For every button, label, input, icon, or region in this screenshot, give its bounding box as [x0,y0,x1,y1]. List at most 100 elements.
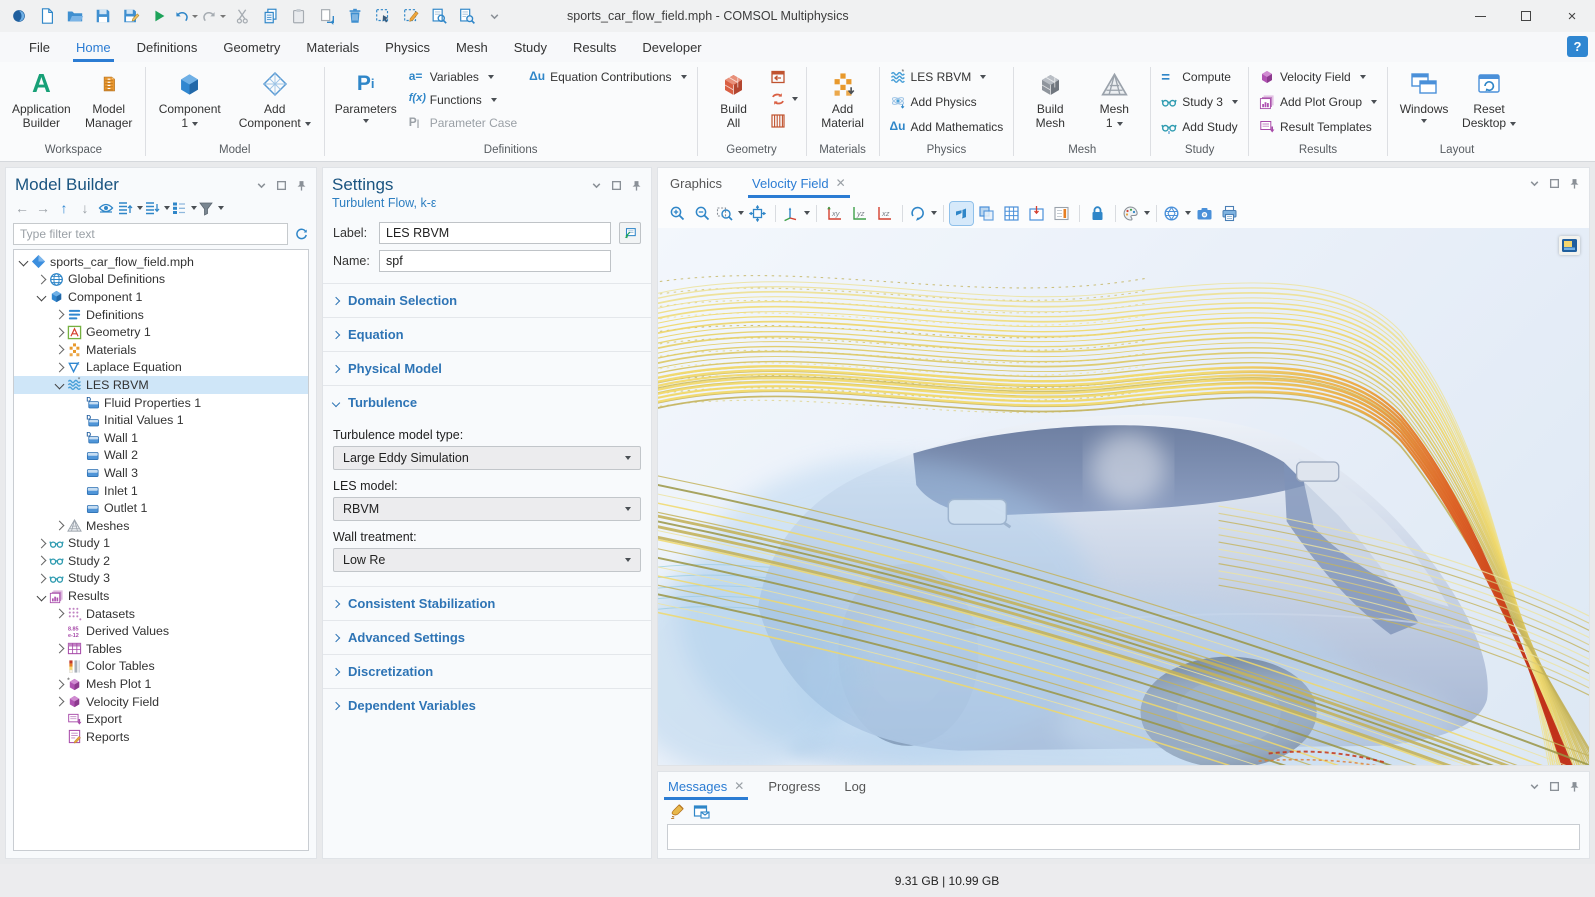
tab-velocity-field[interactable]: Velocity Field✕ [752,168,846,198]
add-component-button[interactable]: Add Component [231,65,319,134]
tree-item-fluid-properties-1[interactable]: Fluid Properties 1 [14,394,308,412]
tree-item-derived-values[interactable]: Derived Values [14,622,308,640]
equation-contributions-button[interactable]: ΔuEquation Contributions [524,66,691,88]
expand-icon[interactable] [37,274,47,284]
tab-progress[interactable]: Progress [768,772,820,800]
section-consistent-stabilization[interactable]: Consistent Stabilization [323,586,651,620]
message-options-icon[interactable] [693,803,710,820]
collapse-icon[interactable] [37,292,47,302]
panel-menu-icon[interactable] [256,180,267,191]
tree-item-definitions[interactable]: Definitions [14,306,308,324]
copy-button[interactable] [257,4,284,29]
panel-menu-icon[interactable] [1529,781,1540,792]
tree-item-global-definitions[interactable]: Global Definitions [14,271,308,289]
collapse-icon[interactable] [19,257,29,267]
paste-button[interactable] [285,4,312,29]
tree-item-geometry-1[interactable]: Geometry 1 [14,323,308,341]
plot-in-window-button[interactable] [1025,202,1048,225]
pin-panel-icon[interactable] [296,180,307,191]
tree-item-tables[interactable]: Tables [14,640,308,658]
print-button[interactable] [1218,202,1241,225]
comsol-logo-button[interactable] [5,4,32,29]
build-all-button[interactable]: Build All [703,65,765,134]
tree-item-wall-3[interactable]: Wall 3 [14,464,308,482]
menu-tab-study[interactable]: Study [501,32,560,62]
view-orientation-button[interactable] [782,202,810,225]
box-select-button[interactable] [369,4,396,29]
menu-tab-mesh[interactable]: Mesh [443,32,501,62]
expand-icon[interactable] [55,327,65,337]
section-equation[interactable]: Equation [323,317,651,351]
image-snapshot-button[interactable] [1193,202,1216,225]
turbulence-model-type-select[interactable]: Large Eddy Simulation [333,446,641,470]
rename-button[interactable] [619,222,641,244]
tab-graphics[interactable]: Graphics [670,168,722,198]
show-button[interactable] [96,198,116,218]
deselect-button[interactable] [397,4,424,29]
float-panel-icon[interactable] [1549,178,1560,189]
view-xy-button[interactable]: xy [823,202,846,225]
menu-tab-developer[interactable]: Developer [629,32,714,62]
collapse-icon[interactable] [37,591,47,601]
find-and-replace-button[interactable] [453,4,480,29]
zoom-box-button[interactable] [716,202,744,225]
tree-item-outlet-1[interactable]: Outlet 1 [14,499,308,517]
back-button[interactable]: ← [12,198,32,218]
expand-icon[interactable] [55,345,65,355]
menu-tab-home[interactable]: Home [63,32,124,62]
view-xz-button[interactable]: xz [873,202,896,225]
find-button[interactable] [425,4,452,29]
panel-menu-icon[interactable] [1529,178,1540,189]
close-button[interactable]: × [1549,0,1595,32]
section-discretization[interactable]: Discretization [323,654,651,688]
graphics-viewport[interactable] [658,228,1589,765]
view-yz-button[interactable]: yz [848,202,871,225]
filter-button[interactable] [198,198,224,218]
tree-item-velocity-field[interactable]: Velocity Field [14,693,308,711]
section-physical-model[interactable]: Physical Model [323,351,651,385]
tree-item-sports-car-flow-field-mph[interactable]: sports_car_flow_field.mph [14,253,308,271]
add-plot-group-button[interactable]: Add Plot Group [1254,91,1382,113]
tree-item-meshes[interactable]: Meshes [14,517,308,535]
variables-button[interactable]: a=Variables [404,66,522,88]
tree-item-datasets[interactable]: Datasets [14,605,308,623]
float-panel-icon[interactable] [276,180,287,191]
tree-item-component-1[interactable]: Component 1 [14,288,308,306]
component-button[interactable]: Component 1 [151,65,229,134]
les-model-select[interactable]: RBVM [333,497,641,521]
close-tab-icon[interactable]: ✕ [734,779,744,793]
color-legend-button[interactable] [1050,202,1073,225]
tree-item-inlet-1[interactable]: Inlet 1 [14,482,308,500]
save-as-button[interactable] [117,4,144,29]
add-material-button[interactable]: Add Material [812,65,874,134]
environment-button[interactable] [1163,202,1191,225]
build-mesh-button[interactable]: Build Mesh [1019,65,1081,134]
section-advanced-settings[interactable]: Advanced Settings [323,620,651,654]
menu-tab-materials[interactable]: Materials [293,32,372,62]
name-input[interactable] [379,250,611,272]
expand-icon[interactable] [55,644,65,654]
open-file-button[interactable] [61,4,88,29]
tree-item-mesh-plot-1[interactable]: Mesh Plot 1 [14,675,308,693]
mesh-1-button[interactable]: Mesh 1 [1083,65,1145,134]
add-study-button[interactable]: Add Study [1156,116,1243,138]
close-tab-icon[interactable]: ✕ [836,176,846,190]
float-panel-icon[interactable] [1549,781,1560,792]
maximize-button[interactable] [1503,0,1549,32]
expand-icon[interactable] [55,697,65,707]
new-file-button[interactable] [33,4,60,29]
add-physics-button[interactable]: Add Physics [885,91,1009,113]
insert-sequence-button[interactable] [767,68,801,86]
color-theme-button[interactable] [1122,202,1150,225]
tree-item-les-rbvm[interactable]: LES RBVM [14,376,308,394]
float-panel-icon[interactable] [611,180,622,191]
model-manager-button[interactable]: Model Manager [78,65,140,134]
refresh-icon[interactable] [294,227,309,242]
move-down-button[interactable]: ↓ [75,198,95,218]
duplicate-button[interactable] [313,4,340,29]
tab-messages[interactable]: Messages✕ [668,772,744,800]
zoom-out-button[interactable] [691,202,714,225]
show-grid-button[interactable] [1000,202,1023,225]
pin-panel-icon[interactable] [1569,781,1580,792]
rotate-view-button[interactable] [909,202,937,225]
